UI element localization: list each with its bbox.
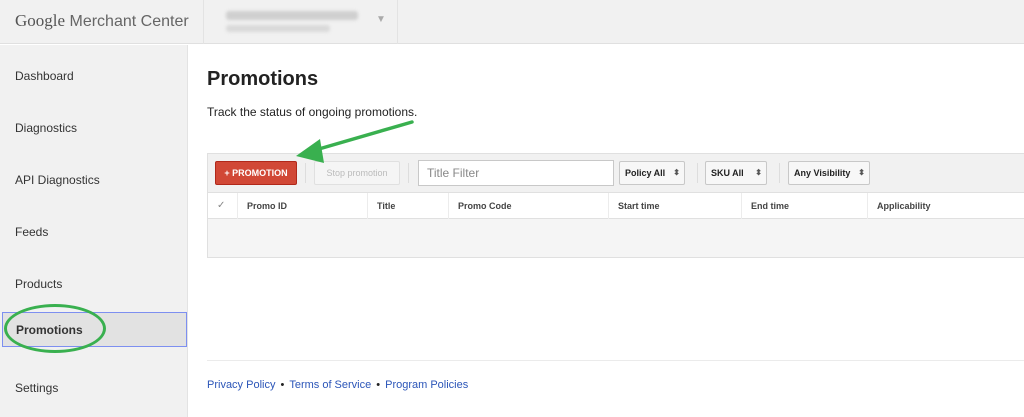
policy-filter-select[interactable]: Policy All ⬍ — [619, 161, 685, 185]
logo-google-text: Google — [15, 11, 66, 30]
footer-separator: • — [280, 379, 285, 391]
app-logo[interactable]: Google Merchant Center — [15, 11, 189, 31]
sidebar-item-label: Feeds — [15, 225, 49, 239]
sidebar-item-diagnostics[interactable]: Diagnostics — [0, 111, 188, 145]
add-promotion-button[interactable]: + PROMOTION — [215, 161, 297, 185]
toolbar-divider — [697, 163, 698, 183]
sort-arrows-icon: ⬍ — [858, 168, 865, 177]
sidebar-item-settings[interactable]: Settings — [0, 371, 188, 405]
sidebar-item-products[interactable]: Products — [0, 267, 188, 301]
sidebar-item-promotions[interactable]: Promotions — [2, 312, 187, 347]
account-switcher[interactable]: ▼ — [203, 0, 398, 44]
sidebar-item-label: Settings — [15, 381, 59, 395]
account-id-redacted — [226, 25, 330, 32]
program-policies-link[interactable]: Program Policies — [385, 379, 468, 391]
page-title: Promotions — [207, 68, 319, 90]
column-header-title[interactable]: Title — [367, 193, 448, 219]
sku-filter-label: SKU All — [711, 168, 744, 178]
privacy-policy-link[interactable]: Privacy Policy — [207, 379, 275, 391]
table-header: ✓ Promo ID Title Promo Code Start time E… — [208, 192, 1024, 219]
logo-product-text: Merchant Center — [69, 13, 189, 30]
promotions-toolbar: + PROMOTION Stop promotion Policy All ⬍ … — [207, 153, 1024, 192]
sidebar-item-label: Products — [15, 277, 63, 291]
toolbar-divider — [408, 163, 409, 183]
policy-filter-label: Policy All — [625, 168, 666, 178]
sidebar: Dashboard Diagnostics API Diagnostics Fe… — [0, 45, 188, 417]
terms-of-service-link[interactable]: Terms of Service — [289, 379, 371, 391]
visibility-filter-label: Any Visibility — [794, 168, 851, 178]
sort-arrows-icon: ⬍ — [755, 168, 762, 177]
sort-arrows-icon: ⬍ — [673, 168, 680, 177]
stop-promotion-button[interactable]: Stop promotion — [314, 161, 400, 185]
sidebar-item-api-diagnostics[interactable]: API Diagnostics — [0, 163, 188, 197]
footer-links: Privacy Policy • Terms of Service • Program … — [207, 379, 468, 391]
page-subtitle: Track the status of ongoing promotions. — [207, 105, 418, 119]
sidebar-item-dashboard[interactable]: Dashboard — [0, 59, 188, 93]
sku-filter-select[interactable]: SKU All ⬍ — [705, 161, 767, 185]
visibility-filter-select[interactable]: Any Visibility ⬍ — [788, 161, 870, 185]
footer-separator: • — [376, 379, 381, 391]
column-header-start-time[interactable]: Start time — [608, 193, 741, 219]
footer-divider — [207, 360, 1024, 361]
toolbar-divider — [305, 163, 306, 183]
account-name-redacted — [226, 11, 358, 20]
column-header-applicability[interactable]: Applicability — [867, 193, 1024, 219]
promotions-table: ✓ Promo ID Title Promo Code Start time E… — [207, 192, 1024, 258]
column-header-promo-code[interactable]: Promo Code — [448, 193, 608, 219]
chevron-down-icon: ▼ — [376, 14, 386, 25]
sidebar-item-label: Diagnostics — [15, 121, 78, 135]
select-all-checkbox[interactable]: ✓ — [217, 201, 228, 212]
toolbar-divider — [779, 163, 780, 183]
table-body-empty — [208, 219, 1024, 257]
sidebar-item-label: API Diagnostics — [15, 173, 100, 187]
column-header-end-time[interactable]: End time — [741, 193, 867, 219]
top-bar: Google Merchant Center ▼ — [0, 0, 1024, 44]
sidebar-item-feeds[interactable]: Feeds — [0, 215, 188, 249]
title-filter-input[interactable] — [418, 160, 614, 186]
sidebar-item-label: Dashboard — [15, 69, 74, 83]
sidebar-item-label: Promotions — [16, 323, 83, 337]
column-header-promo-id[interactable]: Promo ID — [237, 193, 367, 219]
